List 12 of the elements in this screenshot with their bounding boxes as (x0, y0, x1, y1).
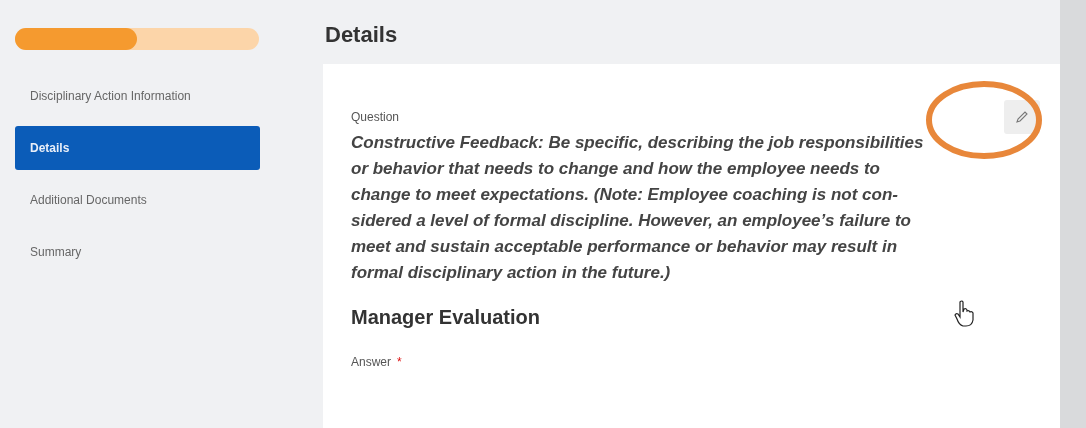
section-title: Manager Evaluation (351, 306, 540, 329)
hand-cursor-icon (953, 300, 977, 328)
sidebar-item[interactable]: Summary (15, 230, 260, 274)
sidebar-item[interactable]: Disciplinary Action Information (15, 74, 260, 118)
pencil-icon (1015, 110, 1029, 124)
question-text: Constructive Feedback: Be specific, describing the job responsibilities or behavior that needs to change and how the employee needs to change to meet expectations. (Note: Employee coaching is not con- sidered a level of formal discipline. However, an employee’s failure to meet and sustain acceptable performance or behavior may result in formal disciplinary action in the future.) (351, 132, 924, 284)
sidebar-item[interactable]: Additional Documents (15, 178, 260, 222)
page-title: Details (325, 22, 399, 48)
sidebar-item[interactable]: Details (15, 126, 260, 170)
required-mark: * (397, 355, 402, 369)
answer-label: Answer (351, 355, 391, 369)
question-label: Question (351, 110, 400, 124)
